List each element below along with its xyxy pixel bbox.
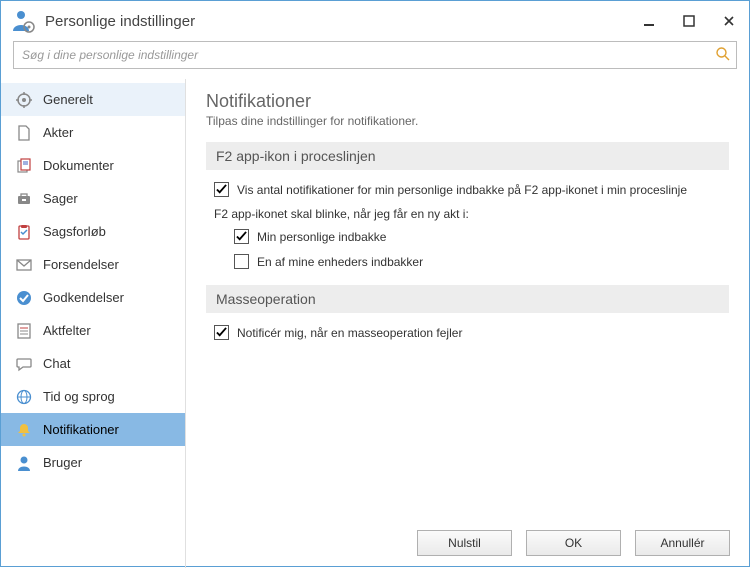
section-header-massop: Masseoperation: [206, 285, 729, 313]
page-title: Notifikationer: [206, 91, 729, 112]
sidebar-item-sager[interactable]: Sager: [1, 182, 185, 215]
bell-icon: [15, 421, 33, 439]
sidebar-item-dokumenter[interactable]: Dokumenter: [1, 149, 185, 182]
envelope-icon: [15, 256, 33, 274]
option-massop-fail[interactable]: Notificér mig, når en masseoperation fej…: [206, 325, 729, 340]
sidebar-item-aktfelter[interactable]: Aktfelter: [1, 314, 185, 347]
reset-button[interactable]: Nulstil: [417, 530, 512, 556]
sidebar-item-tid-sprog[interactable]: Tid og sprog: [1, 380, 185, 413]
sidebar-item-chat[interactable]: Chat: [1, 347, 185, 380]
checkbox-icon: [234, 229, 249, 244]
briefcase-icon: [15, 190, 33, 208]
sidebar-item-generelt[interactable]: Generelt: [1, 83, 185, 116]
section-header-appicon: F2 app-ikon i proceslinjen: [206, 142, 729, 170]
option-show-count[interactable]: Vis antal notifikationer for min personl…: [206, 182, 729, 197]
sidebar-item-label: Dokumenter: [43, 158, 114, 173]
form-icon: [15, 322, 33, 340]
ok-button[interactable]: OK: [526, 530, 621, 556]
sidebar-item-label: Forsendelser: [43, 257, 119, 272]
search-container: [13, 41, 737, 69]
sidebar-item-godkendelser[interactable]: Godkendelser: [1, 281, 185, 314]
clipboard-icon: [15, 223, 33, 241]
window-controls: [629, 1, 749, 41]
option-label: Vis antal notifikationer for min personl…: [237, 183, 687, 197]
cancel-button[interactable]: Annullér: [635, 530, 730, 556]
option-label: En af mine enheders indbakker: [257, 255, 423, 269]
chat-icon: [15, 355, 33, 373]
sidebar-item-label: Aktfelter: [43, 323, 91, 338]
minimize-button[interactable]: [629, 1, 669, 41]
checkbox-icon: [234, 254, 249, 269]
sidebar-item-sagsforlob[interactable]: Sagsforløb: [1, 215, 185, 248]
page-subtitle: Tilpas dine indstillinger for notifikati…: [206, 114, 729, 128]
user-icon: [15, 454, 33, 472]
sidebar-item-label: Chat: [43, 356, 70, 371]
titlebar: Personlige indstillinger: [1, 1, 749, 41]
app-settings-icon: [11, 9, 35, 33]
sidebar-item-label: Sagsforløb: [43, 224, 106, 239]
sidebar-item-label: Generelt: [43, 92, 93, 107]
checkbox-icon: [214, 182, 229, 197]
gear-icon: [15, 91, 33, 109]
option-personal-inbox[interactable]: Min personlige indbakke: [206, 229, 729, 244]
maximize-button[interactable]: [669, 1, 709, 41]
sidebar-item-bruger[interactable]: Bruger: [1, 446, 185, 479]
sidebar-item-akter[interactable]: Akter: [1, 116, 185, 149]
close-button[interactable]: [709, 1, 749, 41]
sidebar-item-label: Bruger: [43, 455, 82, 470]
documents-icon: [15, 157, 33, 175]
option-label: Min personlige indbakke: [257, 230, 386, 244]
search-icon: [715, 46, 731, 62]
sidebar-item-label: Akter: [43, 125, 73, 140]
option-unit-inbox[interactable]: En af mine enheders indbakker: [206, 254, 729, 269]
document-icon: [15, 124, 33, 142]
checkbox-icon: [214, 325, 229, 340]
search-input[interactable]: [13, 41, 737, 69]
sidebar-item-notifikationer[interactable]: Notifikationer: [1, 413, 185, 446]
footer-buttons: Nulstil OK Annullér: [190, 519, 749, 567]
content-panel: Notifikationer Tilpas dine indstillinger…: [186, 79, 749, 568]
sub-label-blink: F2 app-ikonet skal blinke, når jeg får e…: [206, 207, 729, 221]
sidebar: Generelt Akter Dokumenter Sager Sagsforl…: [1, 79, 186, 568]
sidebar-item-forsendelser[interactable]: Forsendelser: [1, 248, 185, 281]
sidebar-item-label: Notifikationer: [43, 422, 119, 437]
globe-icon: [15, 388, 33, 406]
sidebar-item-label: Tid og sprog: [43, 389, 115, 404]
option-label: Notificér mig, når en masseoperation fej…: [237, 326, 462, 340]
sidebar-item-label: Godkendelser: [43, 290, 124, 305]
window-title: Personlige indstillinger: [45, 13, 629, 30]
sidebar-item-label: Sager: [43, 191, 78, 206]
check-circle-icon: [15, 289, 33, 307]
